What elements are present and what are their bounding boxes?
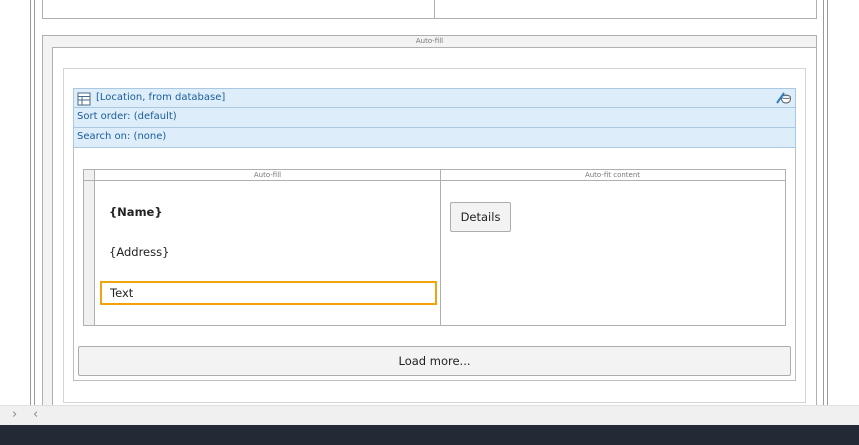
details-button[interactable]: Details xyxy=(450,202,511,232)
top-table-fragment[interactable] xyxy=(42,0,817,19)
search-on-label: Search on: (none) xyxy=(77,131,167,142)
address-field[interactable]: {Address} xyxy=(109,245,169,259)
search-on-band[interactable]: Search on: (none) xyxy=(73,128,796,148)
sort-order-label: Sort order: (default) xyxy=(77,111,177,122)
status-bar xyxy=(0,425,859,445)
column-divider[interactable] xyxy=(440,170,441,325)
name-field[interactable]: {Name} xyxy=(109,205,163,219)
chevron-left-icon[interactable]: ‹ xyxy=(33,407,38,423)
database-table-icon xyxy=(77,91,91,106)
data-source-band[interactable]: [Location, from database] xyxy=(73,88,796,108)
inner-table-row-strip[interactable] xyxy=(84,170,95,325)
selected-text-field[interactable]: Text xyxy=(100,281,437,305)
bottom-scrollbar[interactable]: › ‹ xyxy=(0,405,859,425)
chevron-right-icon[interactable]: › xyxy=(12,407,17,423)
sort-order-band[interactable]: Sort order: (default) xyxy=(73,108,796,128)
outer-panel-title: Auto-fill xyxy=(415,37,444,45)
outer-panel-row-strip[interactable] xyxy=(42,47,53,407)
outer-panel-header[interactable]: Auto-fill xyxy=(42,35,817,48)
top-table-divider xyxy=(434,0,435,18)
inner-table-header[interactable]: Auto-fill Auto-fit content xyxy=(84,170,785,181)
load-more-button[interactable]: Load more... xyxy=(78,346,791,376)
left-frame-rail xyxy=(30,0,35,405)
right-frame-rail xyxy=(823,0,828,405)
column-autofit-title: Auto-fit content xyxy=(584,171,641,179)
column-autofill-title: Auto-fill xyxy=(253,171,282,179)
data-source-label: [Location, from database] xyxy=(96,92,226,103)
edit-data-source-icon[interactable] xyxy=(776,90,792,105)
